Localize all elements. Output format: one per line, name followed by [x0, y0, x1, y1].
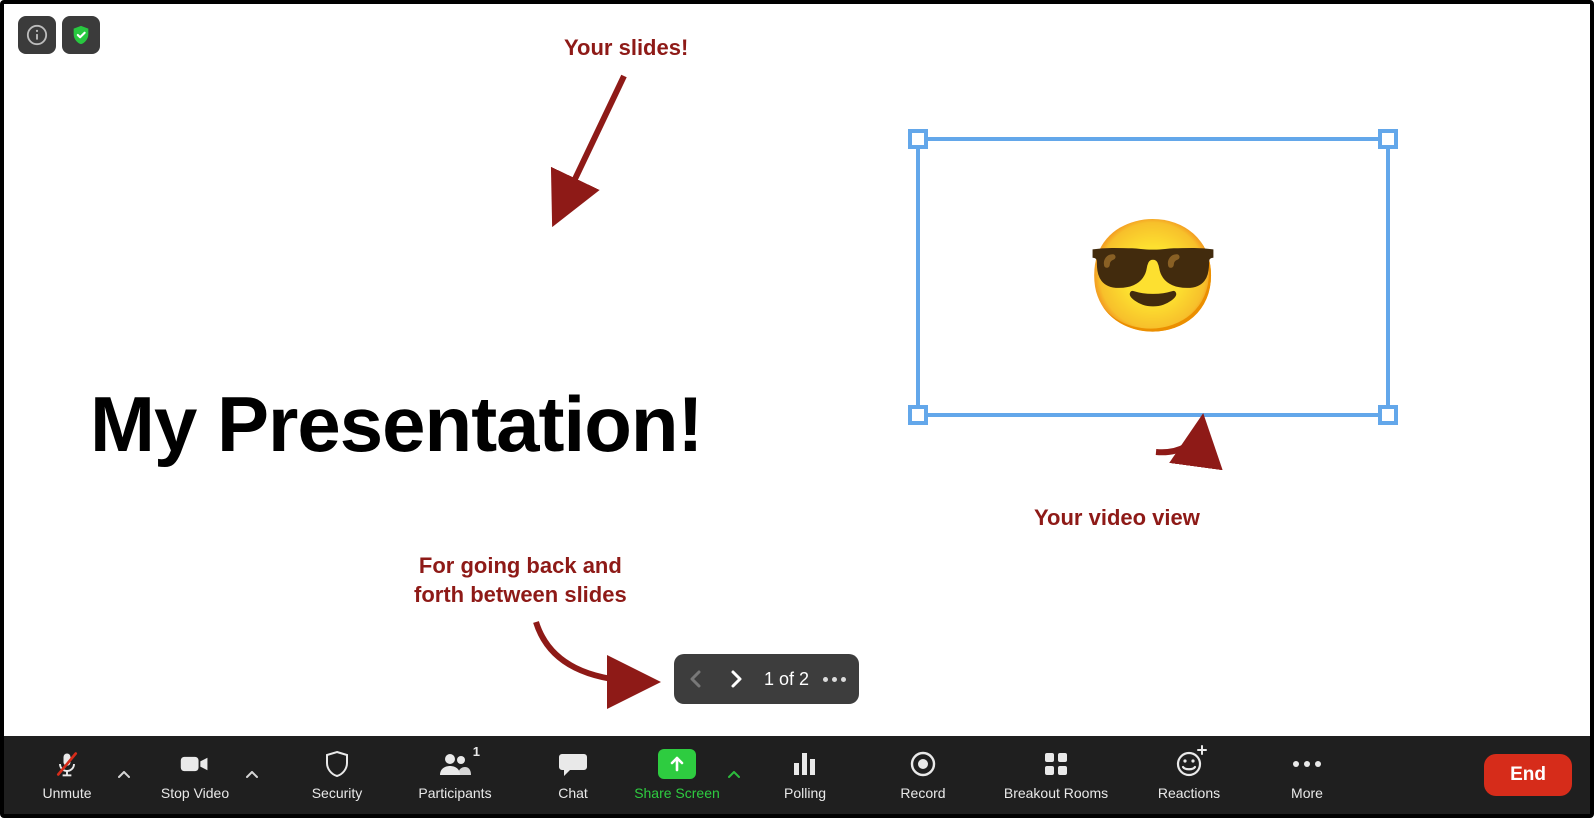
resize-handle-tl[interactable]: [908, 129, 928, 149]
prev-slide-button[interactable]: [678, 659, 714, 699]
meeting-info-button[interactable]: [18, 16, 56, 54]
security-button[interactable]: Security: [292, 736, 382, 814]
shield-icon: [324, 750, 350, 778]
share-options-caret[interactable]: [722, 736, 746, 814]
chevron-up-icon: [727, 768, 741, 782]
record-label: Record: [900, 785, 945, 801]
microphone-muted-icon: [53, 750, 81, 778]
slide-title: My Presentation!: [90, 379, 702, 470]
polling-label: Polling: [784, 785, 826, 801]
ellipsis-icon: [1293, 761, 1321, 767]
audio-options-caret[interactable]: [112, 736, 136, 814]
record-button[interactable]: Record: [878, 736, 968, 814]
bar-chart-icon: [791, 751, 819, 777]
unmute-label: Unmute: [42, 785, 91, 801]
reactions-label: Reactions: [1158, 785, 1220, 801]
self-video-view[interactable]: 😎: [916, 137, 1390, 417]
unmute-button[interactable]: Unmute: [22, 736, 112, 814]
share-arrow-up-icon: [669, 755, 685, 773]
annotation-nav-label: For going back and forth between slides: [414, 552, 627, 609]
chat-button[interactable]: Chat: [528, 736, 618, 814]
encryption-button[interactable]: [62, 16, 100, 54]
stop-video-button[interactable]: Stop Video: [150, 736, 240, 814]
breakout-rooms-button[interactable]: Breakout Rooms: [996, 736, 1116, 814]
chevron-up-icon: [117, 768, 131, 782]
ellipsis-icon: [823, 677, 846, 682]
shield-check-icon: [70, 24, 92, 46]
slide-counter: 1 of 2: [758, 669, 815, 690]
participants-icon: [438, 751, 472, 777]
annotation-slides-label: Your slides!: [564, 34, 688, 63]
reactions-button[interactable]: Reactions: [1144, 736, 1234, 814]
more-button[interactable]: More: [1262, 736, 1352, 814]
resize-handle-bl[interactable]: [908, 405, 928, 425]
slide-nav-bar: 1 of 2: [674, 654, 859, 704]
info-icon: [26, 24, 48, 46]
chat-label: Chat: [558, 785, 588, 801]
grid-icon: [1043, 751, 1069, 777]
chevron-up-icon: [245, 768, 259, 782]
share-screen-button[interactable]: Share Screen: [632, 736, 722, 814]
share-screen-label: Share Screen: [634, 785, 720, 801]
annotation-nav-line1: For going back and: [419, 553, 622, 578]
video-options-caret[interactable]: [240, 736, 264, 814]
record-icon: [909, 750, 937, 778]
security-label: Security: [312, 785, 363, 801]
resize-handle-br[interactable]: [1378, 405, 1398, 425]
breakout-label: Breakout Rooms: [1004, 785, 1108, 801]
slide-nav-more-button[interactable]: [819, 677, 849, 682]
avatar-emoji: 😎: [1085, 222, 1222, 332]
participants-count-badge: 1: [473, 744, 480, 759]
meeting-window: My Presentation! 😎 Your slides! Your vid…: [0, 0, 1594, 818]
chevron-right-icon: [728, 669, 744, 689]
chat-bubble-icon: [558, 751, 588, 777]
stop-video-label: Stop Video: [161, 785, 229, 801]
participants-button[interactable]: 1 Participants: [410, 736, 500, 814]
more-label: More: [1291, 785, 1323, 801]
meeting-toolbar: Unmute Stop Video Security 1: [4, 736, 1590, 814]
next-slide-button[interactable]: [718, 659, 754, 699]
video-camera-icon: [179, 752, 211, 776]
annotation-nav-line2: forth between slides: [414, 582, 627, 607]
end-meeting-button[interactable]: End: [1484, 754, 1572, 796]
resize-handle-tr[interactable]: [1378, 129, 1398, 149]
chevron-left-icon: [688, 669, 704, 689]
polling-button[interactable]: Polling: [760, 736, 850, 814]
plus-icon: [1197, 745, 1207, 755]
meeting-info-badges: [18, 16, 100, 54]
participants-label: Participants: [418, 785, 491, 801]
annotation-video-label: Your video view: [1034, 504, 1200, 533]
